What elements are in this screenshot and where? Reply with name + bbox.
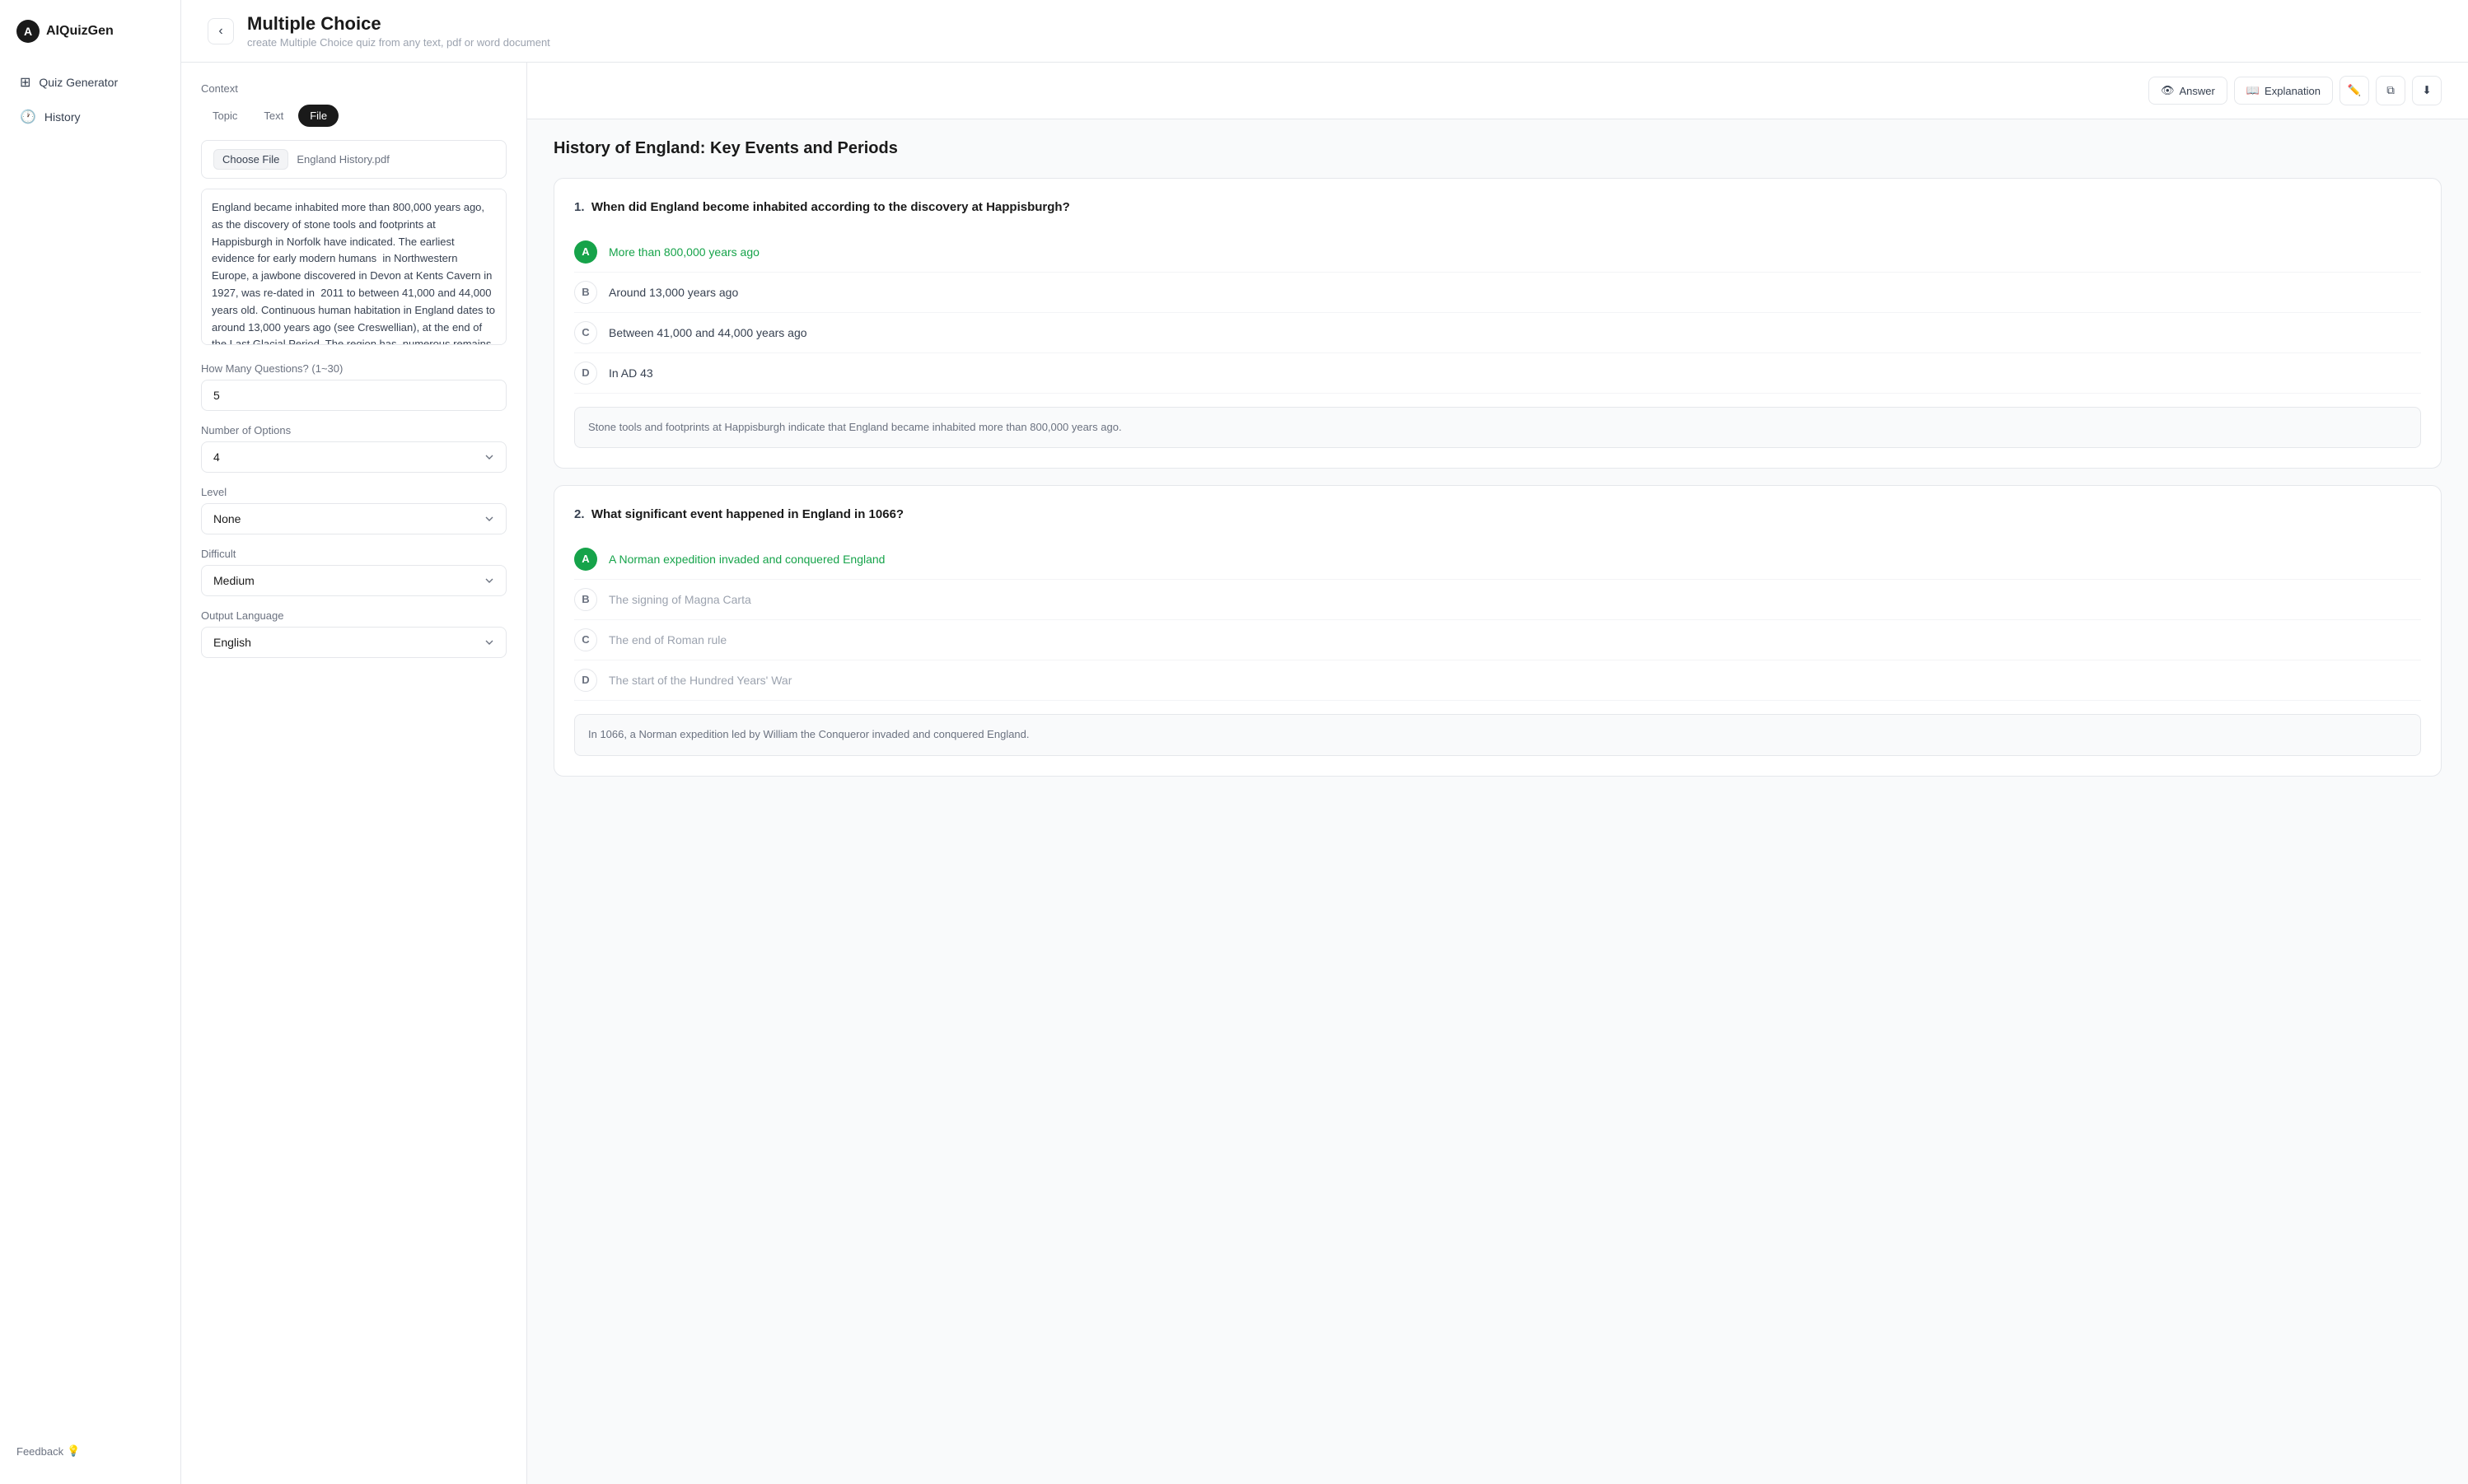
question-card-1: 1. When did England become inhabited acc… <box>554 178 2442 469</box>
feedback-button[interactable]: Feedback 💡 <box>0 1431 180 1471</box>
tab-file[interactable]: File <box>298 105 339 127</box>
language-label: Output Language <box>201 609 507 622</box>
options-label: Number of Options <box>201 424 507 436</box>
explanation-button[interactable]: 📖 Explanation <box>2234 77 2333 105</box>
question-card-2: 2. What significant event happened in En… <box>554 485 2442 776</box>
level-select[interactable]: None Beginner Intermediate Advanced <box>201 503 507 534</box>
options-select[interactable]: 4 3 5 <box>201 441 507 473</box>
context-textarea[interactable]: England became inhabited more than 800,0… <box>201 189 507 345</box>
questions-label: How Many Questions? (1~30) <box>201 362 507 375</box>
quiz-content: History of England: Key Events and Perio… <box>527 119 2468 813</box>
option-1-a[interactable]: A More than 800,000 years ago <box>574 232 2421 273</box>
eye-icon: 👁 <box>2161 84 2175 97</box>
difficult-label: Difficult <box>201 548 507 560</box>
page-header: ‹ Multiple Choice create Multiple Choice… <box>181 0 2468 63</box>
question-text-2: 2. What significant event happened in En… <box>574 506 2421 525</box>
explanation-text-2: In 1066, a Norman expedition led by Will… <box>588 728 1030 740</box>
option-text-1a: More than 800,000 years ago <box>609 245 760 259</box>
option-letter-1c: C <box>574 321 597 344</box>
book-icon: 📖 <box>2246 84 2260 97</box>
file-input-row[interactable]: Choose File England History.pdf <box>201 140 507 179</box>
page-subtitle: create Multiple Choice quiz from any tex… <box>247 36 550 49</box>
option-text-2b: The signing of Magna Carta <box>609 593 751 606</box>
option-1-c[interactable]: C Between 41,000 and 44,000 years ago <box>574 313 2421 353</box>
option-letter-2b: B <box>574 588 597 611</box>
option-letter-1b: B <box>574 281 597 304</box>
file-name: England History.pdf <box>297 153 390 166</box>
option-text-2a: A Norman expedition invaded and conquere… <box>609 553 885 566</box>
option-1-b[interactable]: B Around 13,000 years ago <box>574 273 2421 313</box>
question-number-1: 1. <box>574 200 588 214</box>
edit-button[interactable]: ✏️ <box>2339 76 2369 105</box>
app-name: AIQuizGen <box>46 24 114 39</box>
sidebar-item-history[interactable]: 🕐 History <box>10 100 171 133</box>
copy-button[interactable]: ⧉ <box>2376 76 2405 105</box>
explanation-label: Explanation <box>2265 85 2321 97</box>
edit-icon: ✏️ <box>2348 84 2362 97</box>
option-text-1c: Between 41,000 and 44,000 years ago <box>609 326 807 339</box>
sidebar-item-label-history: History <box>44 110 81 124</box>
right-panel: 👁 Answer 📖 Explanation ✏️ ⧉ ⬇ <box>527 63 2468 1484</box>
sidebar-item-quiz-generator[interactable]: ⊞ Quiz Generator <box>10 66 171 99</box>
quiz-toolbar: 👁 Answer 📖 Explanation ✏️ ⧉ ⬇ <box>527 63 2468 119</box>
difficult-select[interactable]: Easy Medium Hard <box>201 565 507 596</box>
sidebar: A AIQuizGen ⊞ Quiz Generator 🕐 History F… <box>0 0 181 1484</box>
option-letter-2d: D <box>574 669 597 692</box>
language-group: Output Language English Spanish French G… <box>201 609 507 658</box>
left-panel: Context Topic Text File Choose File Engl… <box>181 63 527 1484</box>
questions-group: How Many Questions? (1~30) <box>201 362 507 411</box>
app-logo: A AIQuizGen <box>0 13 180 59</box>
explanation-2: In 1066, a Norman expedition led by Will… <box>574 714 2421 756</box>
logo-icon: A <box>16 20 40 43</box>
history-icon: 🕐 <box>20 109 36 125</box>
option-text-2d: The start of the Hundred Years' War <box>609 674 792 687</box>
page-title: Multiple Choice <box>247 13 550 35</box>
header-text: Multiple Choice create Multiple Choice q… <box>247 13 550 49</box>
option-letter-2a: A <box>574 548 597 571</box>
sidebar-item-label-quiz: Quiz Generator <box>39 76 118 89</box>
tab-text[interactable]: Text <box>252 105 295 127</box>
language-select[interactable]: English Spanish French German Chinese <box>201 627 507 658</box>
option-2-d[interactable]: D The start of the Hundred Years' War <box>574 660 2421 701</box>
tab-topic[interactable]: Topic <box>201 105 249 127</box>
option-letter-1d: D <box>574 362 597 385</box>
option-2-c[interactable]: C The end of Roman rule <box>574 620 2421 660</box>
question-number-2: 2. <box>574 507 588 521</box>
explanation-text-1: Stone tools and footprints at Happisburg… <box>588 421 1122 433</box>
level-group: Level None Beginner Intermediate Advance… <box>201 486 507 534</box>
back-button[interactable]: ‹ <box>208 18 234 44</box>
options-group: Number of Options 4 3 5 <box>201 424 507 473</box>
questions-input[interactable] <box>201 380 507 411</box>
content-area: Context Topic Text File Choose File Engl… <box>181 63 2468 1484</box>
quiz-title: History of England: Key Events and Perio… <box>554 139 2442 158</box>
option-text-2c: The end of Roman rule <box>609 633 727 646</box>
answer-label: Answer <box>2180 85 2215 97</box>
question-body-1: When did England become inhabited accord… <box>591 200 1070 214</box>
option-text-1d: In AD 43 <box>609 366 653 380</box>
option-letter-1a: A <box>574 240 597 264</box>
context-tabs: Topic Text File <box>201 105 507 127</box>
download-icon: ⬇ <box>2422 84 2431 97</box>
option-2-b[interactable]: B The signing of Magna Carta <box>574 580 2421 620</box>
option-letter-2c: C <box>574 628 597 651</box>
difficult-group: Difficult Easy Medium Hard <box>201 548 507 596</box>
quiz-generator-icon: ⊞ <box>20 74 30 91</box>
choose-file-button[interactable]: Choose File <box>213 149 288 170</box>
explanation-1: Stone tools and footprints at Happisburg… <box>574 407 2421 449</box>
option-1-d[interactable]: D In AD 43 <box>574 353 2421 394</box>
question-body-2: What significant event happened in Engla… <box>591 507 904 521</box>
feedback-label: Feedback <box>16 1445 63 1458</box>
copy-icon: ⧉ <box>2386 84 2395 97</box>
answer-button[interactable]: 👁 Answer <box>2148 77 2227 105</box>
download-button[interactable]: ⬇ <box>2412 76 2442 105</box>
level-label: Level <box>201 486 507 498</box>
main-content: ‹ Multiple Choice create Multiple Choice… <box>181 0 2468 1484</box>
option-text-1b: Around 13,000 years ago <box>609 286 738 299</box>
feedback-emoji: 💡 <box>67 1444 80 1458</box>
question-text-1: 1. When did England become inhabited acc… <box>574 198 2421 217</box>
option-2-a[interactable]: A A Norman expedition invaded and conque… <box>574 539 2421 580</box>
context-label: Context <box>201 82 507 95</box>
sidebar-nav: ⊞ Quiz Generator 🕐 History <box>0 59 180 142</box>
